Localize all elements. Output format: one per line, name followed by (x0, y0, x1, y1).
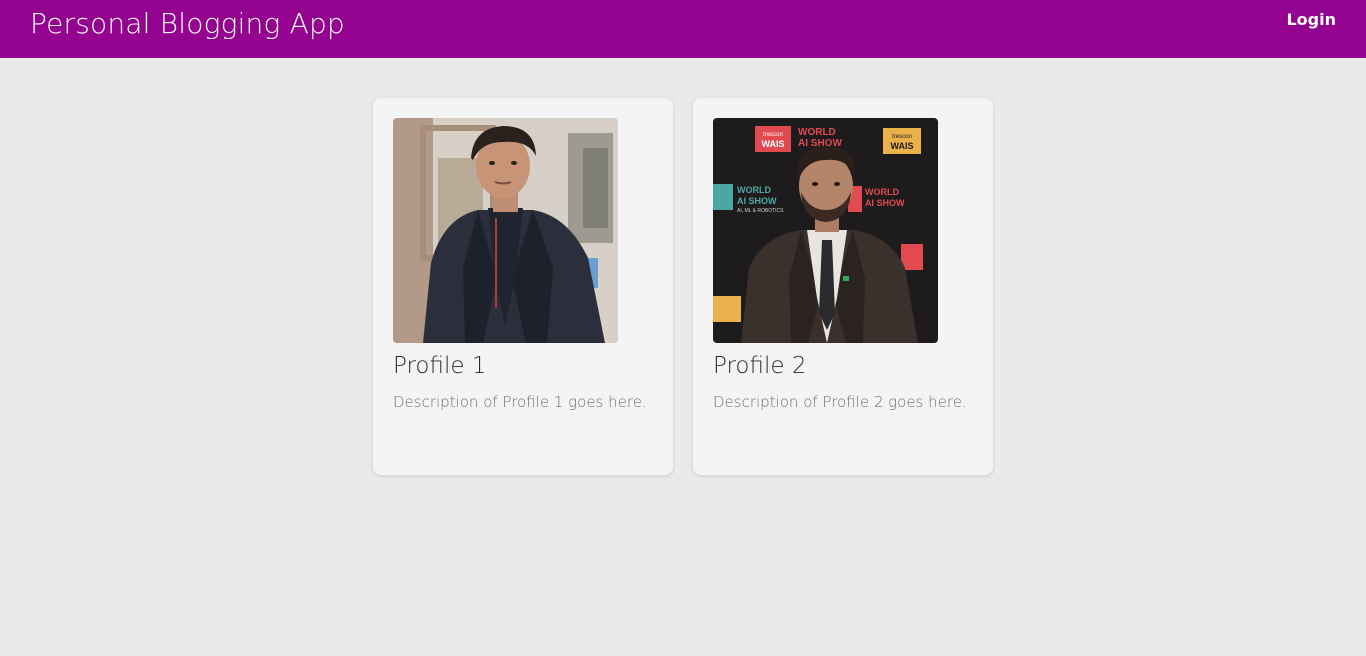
app-title[interactable]: Personal Blogging App (30, 5, 345, 43)
top-navbar: Personal Blogging App Login (0, 0, 1366, 58)
svg-text:trescon: trescon (892, 134, 912, 140)
svg-text:WORLD: WORLD (737, 185, 771, 195)
profile-card-1: Profile 1 Description of Profile 1 goes … (373, 98, 673, 475)
profile-2-description: Description of Profile 2 goes here. (713, 393, 967, 411)
svg-text:WAIS: WAIS (890, 141, 913, 151)
profile-1-photo (393, 118, 618, 343)
svg-text:AI, ML & ROBOTICS: AI, ML & ROBOTICS (737, 208, 784, 214)
login-link[interactable]: Login (1286, 9, 1336, 31)
svg-text:AI SHOW: AI SHOW (865, 198, 905, 208)
svg-text:AI SHOW: AI SHOW (737, 196, 777, 206)
profile-1-title: Profile 1 (393, 353, 487, 379)
profile-2-photo: trescon WAIS WORLD AI SHOW trescon WAIS … (713, 118, 938, 343)
svg-text:WORLD: WORLD (798, 127, 836, 138)
svg-text:WORLD: WORLD (865, 187, 899, 197)
svg-text:WAIS: WAIS (761, 139, 784, 149)
profile-2-title: Profile 2 (713, 353, 807, 379)
profile-card-2: trescon WAIS WORLD AI SHOW trescon WAIS … (693, 98, 993, 475)
svg-text:trescon: trescon (763, 132, 783, 138)
profile-1-description: Description of Profile 1 goes here. (393, 393, 647, 411)
backdrop-sign-1: trescon WAIS (755, 126, 791, 152)
